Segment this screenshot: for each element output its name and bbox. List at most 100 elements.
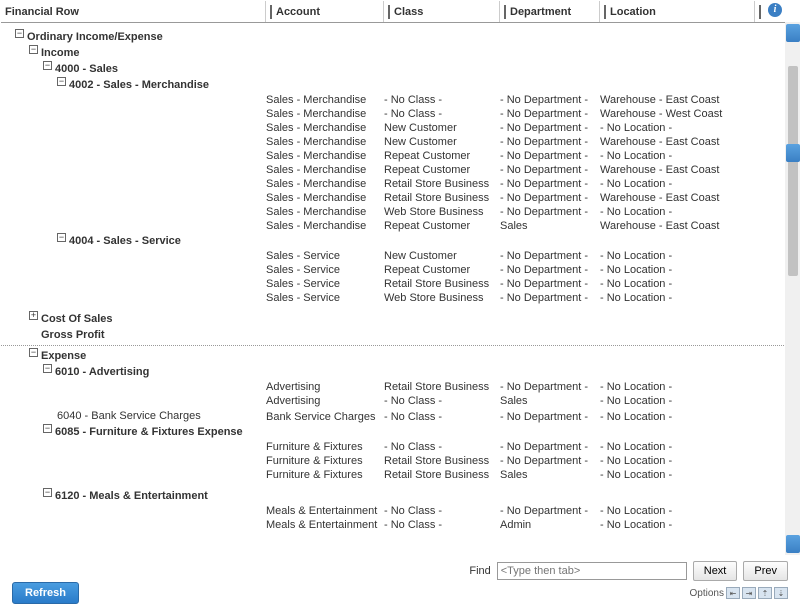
cell-account: Sales - Service (266, 291, 384, 305)
cell-department: - No Department - (500, 380, 600, 394)
collapse-icon[interactable]: − (43, 488, 52, 497)
tree-6120-meals[interactable]: −6120 - Meals & Entertainment (1, 488, 786, 504)
cell-location: Warehouse - East Coast (600, 191, 755, 205)
cell-account: Sales - Merchandise (266, 135, 384, 149)
scroll-handle-top[interactable] (786, 24, 800, 42)
cell-class: - No Class - (384, 440, 500, 454)
cell-location: Warehouse - East Coast (600, 93, 755, 107)
table-row[interactable]: Sales - ServiceRepeat Customer- No Depar… (1, 263, 786, 277)
table-row[interactable]: Sales - MerchandiseNew Customer- No Depa… (1, 121, 786, 135)
header-department[interactable]: Department (500, 1, 600, 22)
cell-department: - No Department - (500, 249, 600, 263)
cell-account: Sales - Merchandise (266, 163, 384, 177)
collapse-icon[interactable]: − (43, 364, 52, 373)
cell-class: Retail Store Business (384, 277, 500, 291)
table-row[interactable]: Sales - MerchandiseRetail Store Business… (1, 177, 786, 191)
header-location[interactable]: Location (600, 1, 755, 22)
cell-department: Admin (500, 518, 600, 532)
table-row[interactable]: Sales - MerchandiseRepeat Customer- No D… (1, 163, 786, 177)
tree-6085-furniture[interactable]: −6085 - Furniture & Fixtures Expense (1, 424, 786, 440)
collapse-icon[interactable]: − (57, 77, 66, 86)
collapse-icon[interactable]: − (29, 348, 38, 357)
cell-department: - No Department - (500, 410, 600, 424)
cell-account: Sales - Merchandise (266, 177, 384, 191)
table-row[interactable]: Sales - Merchandise- No Class -- No Depa… (1, 107, 786, 121)
grid-body[interactable]: −Ordinary Income/Expense −Income −4000 -… (1, 23, 786, 556)
cell-department: - No Department - (500, 135, 600, 149)
cell-department: - No Department - (500, 263, 600, 277)
cell-department: - No Department - (500, 107, 600, 121)
info-icon[interactable]: i (768, 3, 782, 17)
table-row[interactable]: Sales - ServiceWeb Store Business- No De… (1, 291, 786, 305)
header-account[interactable]: Account (266, 1, 384, 22)
collapse-icon[interactable]: − (57, 233, 66, 242)
header-class[interactable]: Class (384, 1, 500, 22)
cell-account: Meals & Entertainment (266, 518, 384, 532)
scroll-thumb[interactable] (788, 66, 798, 276)
tree-expense[interactable]: −Expense (1, 348, 786, 364)
cell-location: - No Location - (600, 440, 755, 454)
expand-vertical-icon[interactable]: ⇣ (774, 587, 788, 599)
tree-ordinary-income[interactable]: −Ordinary Income/Expense (1, 29, 786, 45)
expand-horizontal-icon[interactable]: ⇥ (742, 587, 756, 599)
tree-gross-profit: Gross Profit (1, 327, 786, 343)
tree-cost-of-sales[interactable]: +Cost Of Sales (1, 311, 786, 327)
refresh-button[interactable]: Refresh (12, 582, 79, 604)
cell-location: - No Location - (600, 454, 755, 468)
cell-class: Repeat Customer (384, 163, 500, 177)
table-row[interactable]: Sales - MerchandiseRepeat CustomerSalesW… (1, 219, 786, 233)
cell-class: Web Store Business (384, 205, 500, 219)
collapse-icon[interactable]: − (29, 45, 38, 54)
report-grid: Financial Row Account Class Department L… (0, 0, 800, 560)
scroll-handle-bottom[interactable] (786, 535, 800, 553)
options-label[interactable]: Options (690, 588, 724, 599)
next-button[interactable]: Next (693, 561, 738, 581)
expand-icon[interactable]: + (29, 311, 38, 320)
table-row[interactable]: Bank Service Charges- No Class -- No Dep… (1, 410, 786, 424)
tree-4004-service[interactable]: −4004 - Sales - Service (1, 233, 786, 249)
tree-income[interactable]: −Income (1, 45, 786, 61)
tree-6010-advertising[interactable]: −6010 - Advertising (1, 364, 786, 380)
cell-account: Sales - Merchandise (266, 205, 384, 219)
find-input[interactable] (497, 562, 687, 580)
table-row[interactable]: Sales - MerchandiseRetail Store Business… (1, 191, 786, 205)
table-row[interactable]: Meals & Entertainment- No Class -Admin- … (1, 518, 786, 532)
cell-account: Sales - Merchandise (266, 121, 384, 135)
cell-department: - No Department - (500, 191, 600, 205)
collapse-horizontal-icon[interactable]: ⇤ (726, 587, 740, 599)
collapse-icon[interactable]: − (15, 29, 24, 38)
collapse-vertical-icon[interactable]: ⇡ (758, 587, 772, 599)
header-financial-row[interactable]: Financial Row (1, 1, 266, 22)
cell-department: Sales (500, 394, 600, 408)
tree-4000-sales[interactable]: −4000 - Sales (1, 61, 786, 77)
table-row[interactable]: Sales - MerchandiseNew Customer- No Depa… (1, 135, 786, 149)
cell-class: - No Class - (384, 518, 500, 532)
tree-4002-merch[interactable]: −4002 - Sales - Merchandise (1, 77, 786, 93)
cell-department: - No Department - (500, 277, 600, 291)
table-row[interactable]: Advertising- No Class -Sales- No Locatio… (1, 394, 786, 408)
table-row[interactable]: Furniture & Fixtures Expense- No Class -… (1, 440, 786, 454)
table-row[interactable]: Sales - ServiceRetail Store Business- No… (1, 277, 786, 291)
collapse-icon[interactable]: − (43, 424, 52, 433)
cell-location: - No Location - (600, 291, 755, 305)
prev-button[interactable]: Prev (743, 561, 788, 581)
table-row[interactable]: AdvertisingRetail Store Business- No Dep… (1, 380, 786, 394)
collapse-icon[interactable]: − (43, 61, 52, 70)
table-row[interactable]: Meals & Entertainment- No Class -- No De… (1, 504, 786, 518)
cell-class: New Customer (384, 135, 500, 149)
cell-account: Sales - Merchandise (266, 149, 384, 163)
cell-location: - No Location - (600, 380, 755, 394)
table-row[interactable]: Sales - MerchandiseWeb Store Business- N… (1, 205, 786, 219)
cell-class: Retail Store Business (384, 380, 500, 394)
table-row[interactable]: Furniture & Fixtures ExpenseRetail Store… (1, 468, 786, 482)
cell-class: New Customer (384, 121, 500, 135)
table-row[interactable]: Furniture & Fixtures ExpenseRetail Store… (1, 454, 786, 468)
cell-department: - No Department - (500, 440, 600, 454)
cell-class: - No Class - (384, 394, 500, 408)
table-row[interactable]: Sales - Merchandise- No Class -- No Depa… (1, 93, 786, 107)
cell-department: - No Department - (500, 291, 600, 305)
vertical-scrollbar[interactable] (785, 22, 800, 555)
table-row[interactable]: Sales - MerchandiseRepeat Customer- No D… (1, 149, 786, 163)
table-row[interactable]: Sales - ServiceNew Customer- No Departme… (1, 249, 786, 263)
scroll-handle-mid[interactable] (786, 144, 800, 162)
